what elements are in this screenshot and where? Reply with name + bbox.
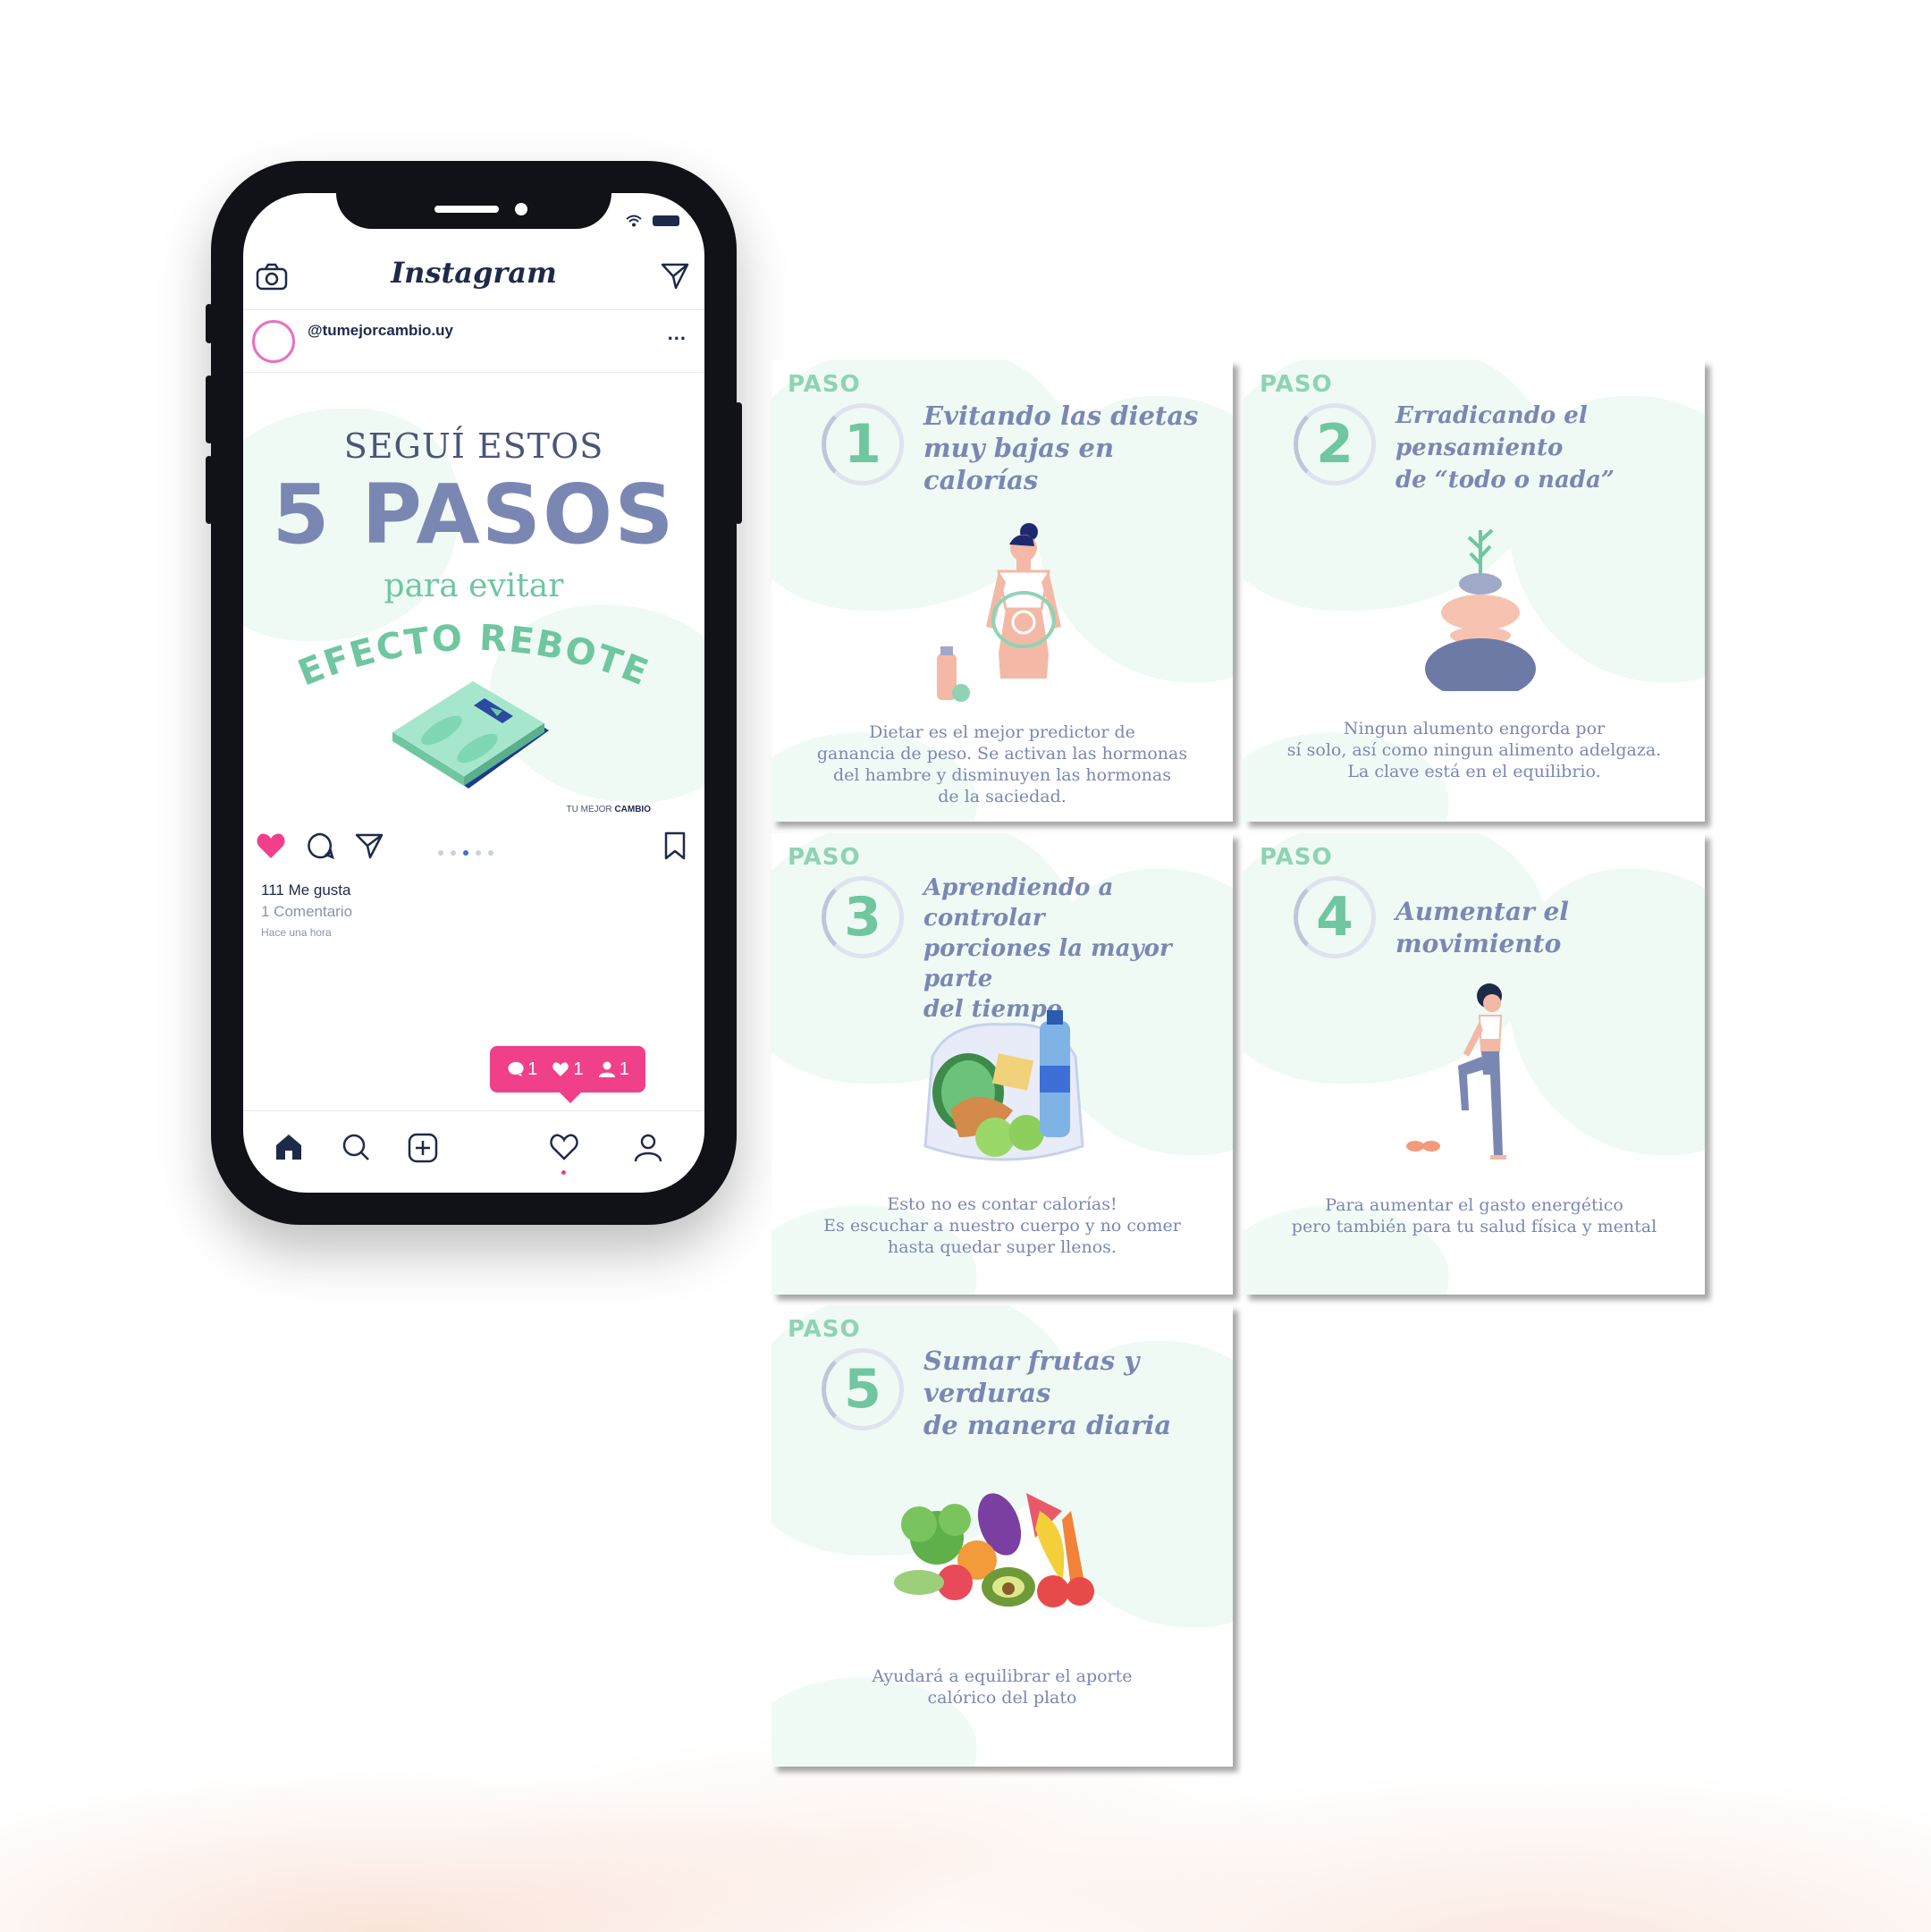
post-headline-line3: para evitar — [384, 568, 564, 604]
phone-screen: Instagram @tumejorcambio.uy ... SEGUÍ ES… — [243, 193, 704, 1193]
battery-icon — [653, 215, 679, 226]
step-description: Ayudará a equilibrar el aporte calórico d… — [872, 1666, 1133, 1708]
post-brand-logo: TU MEJOR CAMBIO — [566, 805, 651, 814]
avatar[interactable] — [252, 320, 295, 363]
search-icon[interactable] — [342, 1133, 372, 1166]
heart-icon[interactable] — [256, 831, 286, 865]
new-post-icon[interactable] — [408, 1133, 438, 1168]
carousel-dot — [488, 850, 493, 856]
step-title: Evitando las dietas muy bajas en calorías — [923, 401, 1199, 495]
post-headline-line4-wrap: EFECTO REBOTE — [243, 614, 704, 695]
activity-notification-bubble[interactable]: 1 1 1 — [490, 1046, 645, 1103]
step-card-2: PASO 2 Erradicando el pensamiento de “tod… — [1244, 360, 1705, 822]
step-description: Para aumentar el gasto energético pero ta… — [1291, 1195, 1657, 1236]
phone-silent-switch — [206, 304, 213, 343]
share-icon[interactable] — [354, 831, 384, 865]
activity-heart-icon[interactable] — [549, 1133, 579, 1166]
step-number: 4 — [1316, 886, 1353, 949]
post-headline-line1: SEGUÍ ESTOS — [343, 426, 604, 466]
bottom-navigation-bar — [243, 1110, 704, 1193]
step-number: 1 — [844, 413, 881, 476]
step-description: Dietar es el mejor predictor de ganancia … — [816, 722, 1188, 806]
bathroom-scale-illustration — [392, 681, 549, 789]
step-title: Aumentar el movimiento — [1396, 897, 1569, 958]
fruits-vegetables-illustration — [894, 1493, 1094, 1607]
step-label: PASO — [788, 371, 861, 398]
step-card-1: PASO 1 Evitando las dietas muy bajas en c… — [772, 360, 1233, 822]
direct-message-icon[interactable] — [660, 261, 690, 296]
wifi-icon — [625, 215, 642, 227]
carousel-dot — [463, 850, 468, 856]
carousel-dot — [476, 850, 481, 856]
post-author-row: @tumejorcambio.uy ... — [243, 309, 704, 373]
notif-comments: 1 — [506, 1059, 537, 1080]
speaker — [434, 206, 499, 213]
notif-followers: 1 — [598, 1059, 629, 1080]
food-bag-illustration — [923, 1010, 1084, 1161]
post-username[interactable]: @tumejorcambio.uy — [308, 322, 453, 340]
heart-icon — [552, 1062, 569, 1076]
step-number: 2 — [1316, 413, 1353, 476]
profile-icon[interactable] — [633, 1133, 663, 1168]
likes-count[interactable]: 111 Me gusta — [261, 882, 351, 899]
comment-icon — [508, 1061, 524, 1076]
post-image[interactable]: SEGUÍ ESTOS 5 PASOS para evitar EFECTO R… — [243, 373, 704, 820]
step-title: Sumar frutas y verduras de manera diaria — [923, 1346, 1172, 1440]
phone-volume-up — [206, 375, 213, 443]
step-label: PASO — [1260, 844, 1333, 871]
step-card-5: PASO 5 Sumar frutas y verduras de manera … — [772, 1305, 1233, 1767]
bookmark-icon[interactable] — [663, 831, 687, 865]
step-card-3: PASO 3 Aprendiendo a controlar porciones … — [772, 833, 1233, 1295]
stacked-stones-illustration — [1425, 528, 1536, 691]
step-label: PASO — [1260, 371, 1333, 398]
user-icon — [598, 1061, 615, 1077]
carousel-dot — [451, 850, 456, 856]
post-actions-bar — [243, 824, 704, 869]
step-title: Aprendiendo a controlar porciones la mayo… — [923, 874, 1172, 1023]
step-label: PASO — [788, 1316, 861, 1343]
instagram-logo: Instagram — [391, 256, 557, 290]
instagram-header: Instagram — [243, 247, 704, 310]
status-bar — [625, 213, 679, 229]
phone-power-button — [735, 402, 742, 524]
post-headline-line2: 5 PASOS — [272, 467, 676, 562]
step-description: Ningun alumento engorda por sí solo, así … — [1286, 719, 1662, 781]
phone-volume-down — [206, 456, 213, 524]
step-title: Erradicando el pensamiento de “todo o nad… — [1396, 402, 1615, 494]
more-options-button[interactable]: ... — [668, 322, 687, 345]
phone-mockup: Instagram @tumejorcambio.uy ... SEGUÍ ES… — [206, 161, 742, 1225]
carousel-indicator — [438, 844, 501, 860]
activity-indicator-dot — [561, 1170, 566, 1175]
woman-stomach-illustration — [937, 523, 1061, 702]
step-label: PASO — [788, 844, 861, 871]
home-icon[interactable] — [274, 1133, 304, 1166]
step-description: Esto no es contar calorías! Es escuchar a… — [823, 1194, 1181, 1257]
exercising-woman-illustration — [1406, 983, 1506, 1160]
carousel-dot — [438, 850, 443, 856]
comments-count[interactable]: 1 Comentario — [261, 903, 352, 921]
post-timestamp: Hace una hora — [261, 926, 332, 939]
front-camera — [515, 203, 527, 215]
step-number: 3 — [844, 886, 881, 949]
step-card-4: PASO 4 Aumentar el movimiento Para aumen… — [1244, 833, 1705, 1295]
notif-likes: 1 — [552, 1059, 584, 1080]
comment-icon[interactable] — [306, 831, 334, 865]
step-number: 5 — [844, 1358, 881, 1421]
phone-notch — [336, 193, 611, 229]
